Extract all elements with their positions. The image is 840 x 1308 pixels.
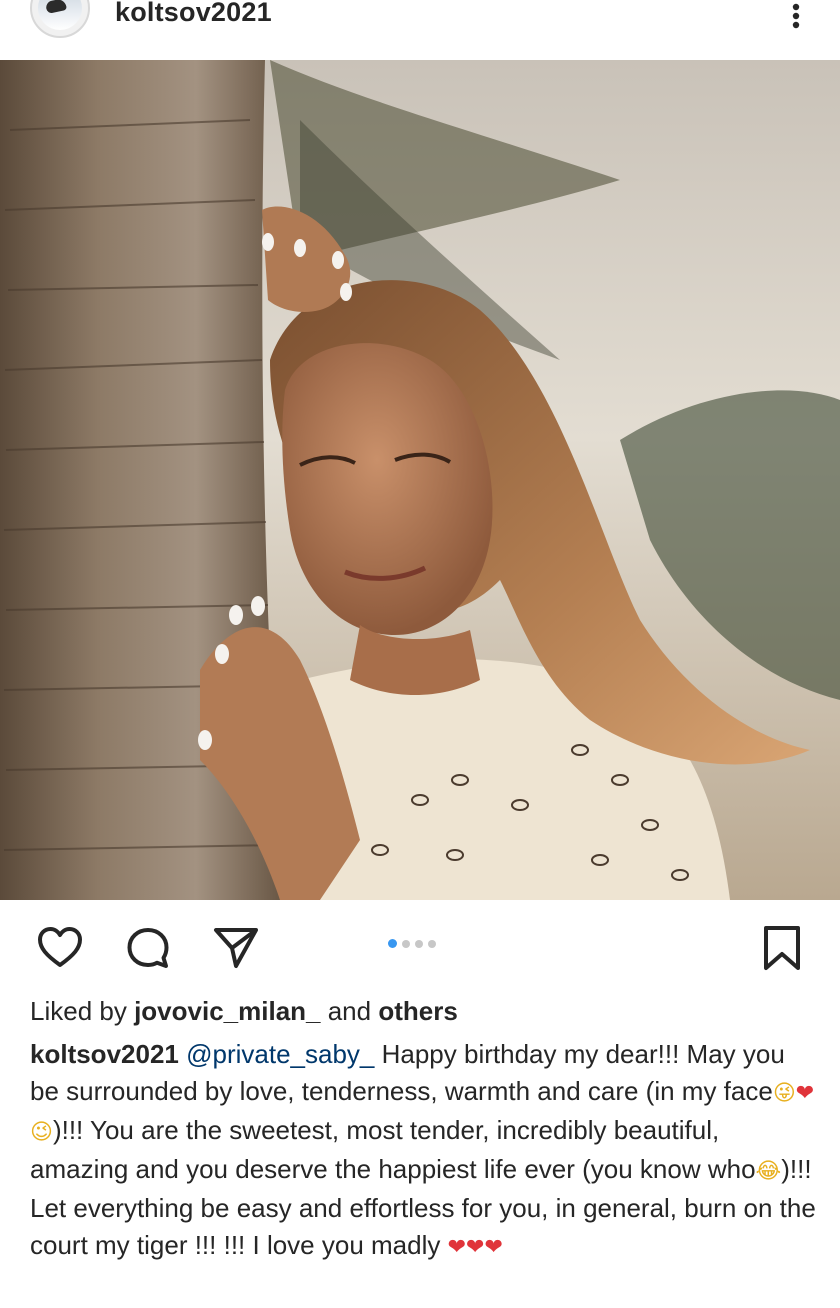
post-username[interactable]: koltsov2021 [115,0,272,27]
bookmark-icon [764,926,800,970]
winking-tongue-emoji-icon: 😜 [772,1081,796,1106]
winking-face-emoji-icon: 😉 [30,1120,53,1145]
red-heart-emoji-icon: ❤ [795,1081,815,1106]
tears-of-joy-emoji-icon: 😂 [755,1159,782,1184]
more-vertical-icon [792,3,800,29]
caption-mention-link[interactable]: @private_saby_ [186,1039,374,1069]
like-button[interactable] [36,924,84,972]
post-photo[interactable] [0,60,840,900]
red-hearts-emoji-icon: ❤❤❤ [447,1235,503,1260]
post-caption: koltsov2021 @private_saby_ Happy birthda… [30,1036,820,1266]
send-icon [214,928,258,968]
liked-by-others-link[interactable]: others [378,996,457,1026]
comment-button[interactable] [124,924,172,972]
likes-summary[interactable]: Liked by jovovic_milan_ and others [30,994,458,1028]
caption-username-link[interactable]: koltsov2021 [30,1039,179,1069]
share-button[interactable] [212,924,260,972]
heart-icon [38,927,82,967]
post-photo-illustration [0,60,840,900]
liked-by-user-link[interactable]: jovovic_milan_ [134,996,320,1026]
caption-text-part2: )!!! You are the sweetest, most tender, … [30,1115,756,1184]
carousel-dot[interactable] [402,940,410,948]
carousel-dot[interactable] [415,940,423,948]
likes-prefix: Liked by [30,996,135,1026]
avatar[interactable] [30,0,90,38]
post-header: koltsov2021 [0,0,840,60]
carousel-dot-active[interactable] [388,939,397,948]
more-options-button[interactable] [776,0,816,34]
save-button[interactable] [758,924,806,972]
carousel-dot[interactable] [428,940,436,948]
comment-icon [127,928,169,968]
likes-middle: and [320,996,379,1026]
